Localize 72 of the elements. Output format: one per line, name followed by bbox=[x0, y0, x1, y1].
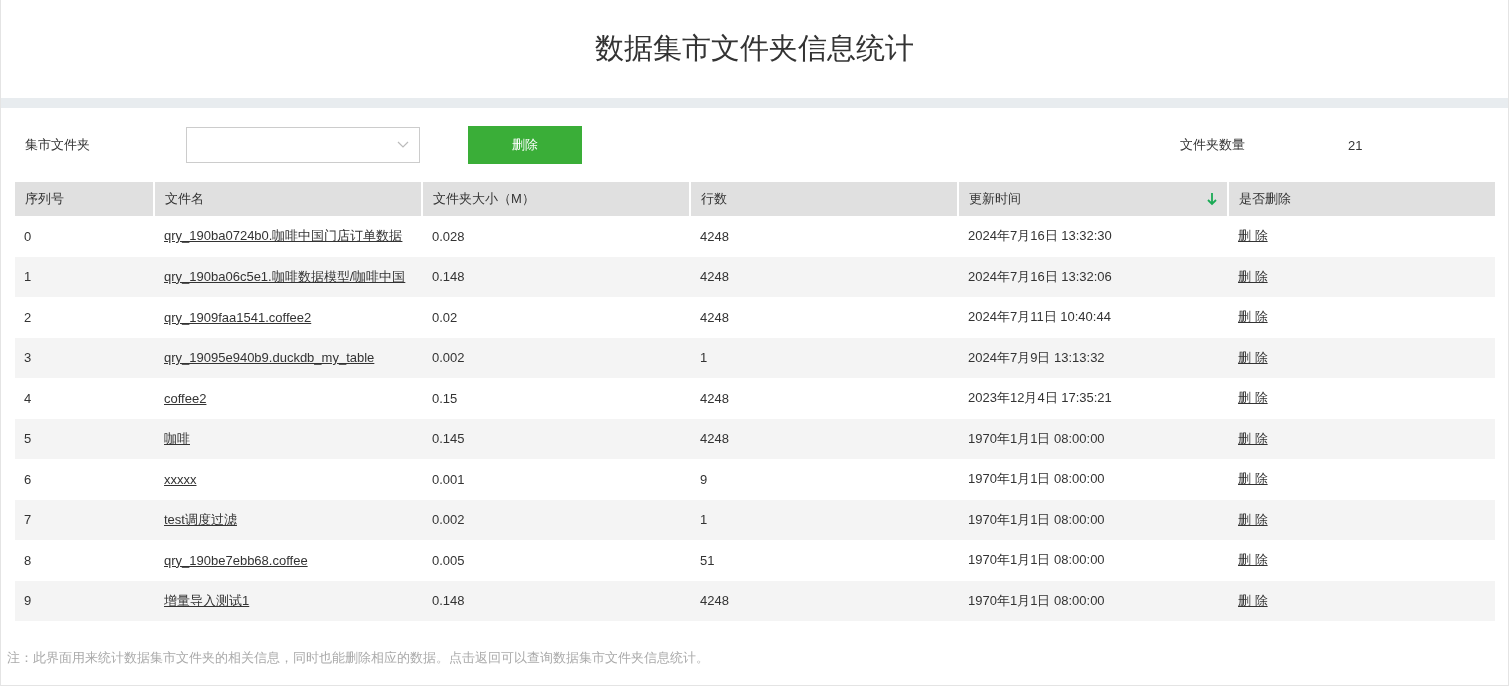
table-cell: 3 bbox=[15, 337, 155, 378]
table-cell: 0.002 bbox=[423, 499, 691, 540]
table-cell: 0.148 bbox=[423, 580, 691, 621]
table-cell: 1970年1月1日 08:00:00 bbox=[959, 580, 1229, 621]
table-cell-text: 1970年1月1日 08:00:00 bbox=[967, 551, 1106, 570]
delete-link[interactable]: 删 除 bbox=[1238, 511, 1268, 527]
delete-link[interactable]: 删 除 bbox=[1238, 552, 1268, 568]
table-cell-text: 0.02 bbox=[431, 308, 459, 327]
table-cell: 1970年1月1日 08:00:00 bbox=[959, 499, 1229, 540]
table-cell: 1 bbox=[15, 256, 155, 297]
table-cell-text: 4248 bbox=[699, 227, 730, 246]
file-link[interactable]: xxxxx bbox=[164, 471, 197, 487]
delete-link[interactable]: 删 除 bbox=[1238, 268, 1268, 284]
table-cell-text: 2 bbox=[23, 308, 33, 327]
table-cell: 1 bbox=[691, 499, 959, 540]
table-cell-text: 4 bbox=[23, 389, 33, 408]
column-header[interactable]: 文件夹大小（M） bbox=[423, 182, 691, 216]
file-link[interactable]: test调度过滤 bbox=[164, 511, 237, 527]
table-cell-text: 9 bbox=[699, 470, 709, 489]
table-cell: 5 bbox=[15, 418, 155, 459]
folder-label: 集市文件夹 bbox=[24, 136, 91, 154]
column-header[interactable]: 行数 bbox=[691, 182, 959, 216]
note-text: 注：此界面用来统计数据集市文件夹的相关信息，同时也能删除相应的数据。点击返回可以查询数据集市文件夹信息统计。 bbox=[7, 649, 710, 667]
delete-link[interactable]: 删 除 bbox=[1238, 390, 1268, 406]
table-cell-text: 1970年1月1日 08:00:00 bbox=[967, 470, 1106, 489]
column-header[interactable]: 更新时间 bbox=[959, 182, 1229, 216]
folder-count-label: 文件夹数量 bbox=[1180, 136, 1246, 154]
file-link[interactable]: 咖啡 bbox=[164, 430, 190, 446]
file-link[interactable]: qry_190ba0724b0.咖啡中国门店订单数据 bbox=[164, 228, 403, 244]
folder-select[interactable] bbox=[186, 127, 420, 163]
table-cell: 0.145 bbox=[423, 418, 691, 459]
column-header[interactable]: 是否删除 bbox=[1229, 182, 1495, 216]
table-cell: 1 bbox=[691, 337, 959, 378]
table-cell: 9 bbox=[15, 580, 155, 621]
table-cell: 0.148 bbox=[423, 256, 691, 297]
table-cell: 4248 bbox=[691, 418, 959, 459]
column-header[interactable]: 文件名 bbox=[155, 182, 423, 216]
sort-arrow-icon[interactable] bbox=[1207, 192, 1217, 206]
file-link[interactable]: coffee2 bbox=[164, 390, 207, 406]
column-header[interactable]: 序列号 bbox=[15, 182, 155, 216]
delete-link[interactable]: 删 除 bbox=[1238, 228, 1268, 244]
chevron-down-icon bbox=[397, 141, 409, 149]
table-cell-text: 2024年7月11日 10:40:44 bbox=[967, 308, 1112, 327]
table-cell-text: 2024年7月16日 13:32:30 bbox=[967, 227, 1113, 246]
table-cell-text: 51 bbox=[699, 551, 716, 570]
page-title: 数据集市文件夹信息统计 bbox=[595, 31, 914, 66]
file-link[interactable]: qry_190be7ebb68.coffee bbox=[164, 552, 308, 568]
delete-link[interactable]: 删 除 bbox=[1238, 430, 1268, 446]
delete-link[interactable]: 删 除 bbox=[1238, 471, 1268, 487]
table-cell: 7 bbox=[15, 499, 155, 540]
table-cell: 4248 bbox=[691, 256, 959, 297]
table-cell: 0.002 bbox=[423, 337, 691, 378]
table-cell-text: 0.005 bbox=[431, 551, 466, 570]
table-cell-text: 0.028 bbox=[431, 227, 466, 246]
table-cell-text: 4248 bbox=[699, 308, 730, 327]
table-cell: 2024年7月9日 13:13:32 bbox=[959, 337, 1229, 378]
table-cell-text: 0 bbox=[23, 227, 33, 246]
table-cell-text: 0.15 bbox=[431, 389, 459, 408]
table-cell-text: 6 bbox=[23, 470, 33, 489]
table-cell: 1970年1月1日 08:00:00 bbox=[959, 418, 1229, 459]
file-link[interactable]: 增量导入测试1 bbox=[164, 592, 250, 608]
delete-link[interactable]: 删 除 bbox=[1238, 309, 1268, 325]
table-cell: 2024年7月16日 13:32:06 bbox=[959, 256, 1229, 297]
delete-link[interactable]: 删 除 bbox=[1238, 349, 1268, 365]
table-cell-text: 0.001 bbox=[431, 470, 466, 489]
table-cell-text: 2023年12月4日 17:35:21 bbox=[967, 389, 1113, 408]
delete-link[interactable]: 删 除 bbox=[1238, 592, 1268, 608]
table-cell-text: 8 bbox=[23, 551, 33, 570]
file-link[interactable]: qry_1909faa1541.coffee2 bbox=[164, 309, 312, 325]
folder-count: 21 bbox=[1348, 137, 1364, 153]
table-cell: 4248 bbox=[691, 580, 959, 621]
table-cell-text: 4248 bbox=[699, 389, 730, 408]
